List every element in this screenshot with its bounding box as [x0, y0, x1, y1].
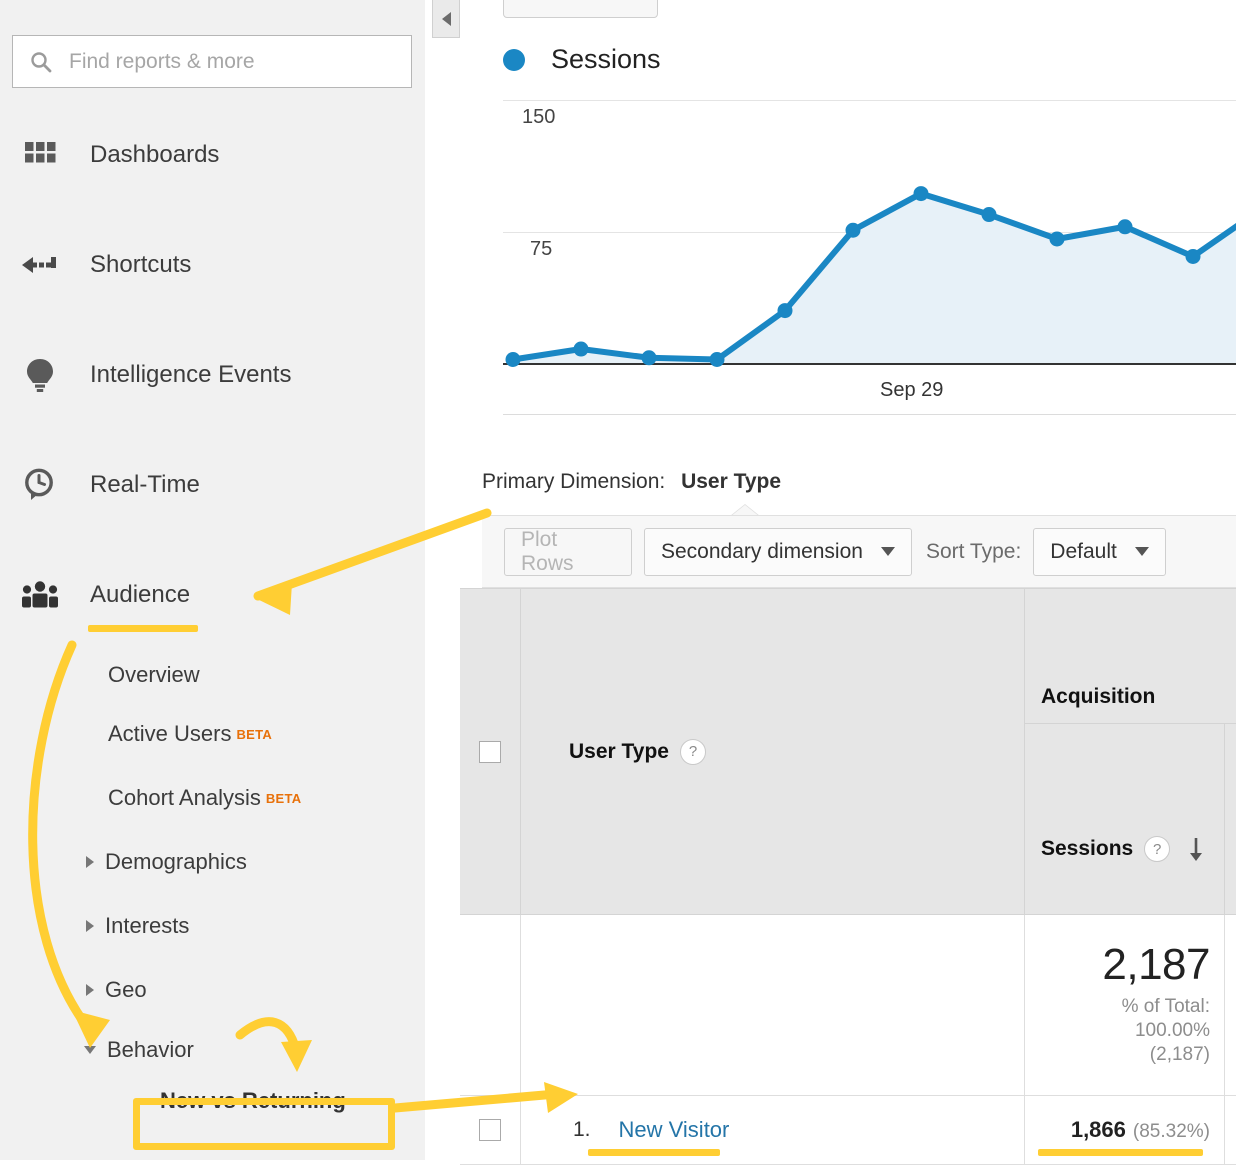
dimension-header-cell[interactable]: User Type ?	[521, 589, 1025, 914]
metric-subheaders: Sessions ?	[1025, 724, 1236, 914]
sidebar: Dashboards Shortcuts	[0, 0, 425, 1160]
sidebar-item-cohort-analysis[interactable]: Cohort Analysis BETA	[108, 766, 425, 830]
chevron-down-icon	[1134, 547, 1149, 556]
sidebar-item-audience[interactable]: Audience	[0, 570, 425, 620]
x-axis-tick-label: Sep 29	[880, 379, 944, 401]
clock-icon	[18, 467, 62, 503]
chevron-right-icon[interactable]	[86, 984, 94, 996]
sort-descending-arrow-icon[interactable]	[1186, 836, 1206, 862]
sessions-header-label: Sessions	[1041, 837, 1134, 860]
metric-headers: Acquisition Sessions ?	[1025, 589, 1236, 914]
legend-color-dot	[503, 48, 525, 71]
sidebar-item-label: Real-Time	[90, 471, 200, 498]
lightbulb-icon	[18, 357, 62, 393]
search-input[interactable]	[67, 48, 411, 75]
sidebar-item-label: Dashboards	[90, 141, 220, 168]
secondary-dimension-label: Secondary dimension	[661, 539, 863, 563]
beta-badge: BETA	[265, 790, 302, 806]
sessions-header-cell[interactable]: Sessions ?	[1025, 724, 1225, 914]
total-dimension-cell	[521, 915, 1025, 1095]
sidebar-item-real-time[interactable]: Real-Time	[0, 460, 425, 510]
sidebar-item-label: Interests	[105, 913, 190, 938]
row-sessions-pct: (85.32%)	[1132, 1121, 1210, 1142]
sidebar-item-label: Cohort Analysis	[108, 785, 261, 810]
select-all-cell[interactable]	[460, 589, 521, 914]
table-total-row: 2,187 % of Total: 100.00% (2,187)	[460, 915, 1236, 1096]
sidebar-item-active-users[interactable]: Active Users BETA	[108, 702, 425, 766]
sidebar-item-intelligence-events[interactable]: Intelligence Events	[0, 350, 425, 400]
annotation-underline-sessions-value	[1038, 1149, 1203, 1156]
total-pct-label: % of Total:	[1121, 996, 1210, 1018]
sessions-line-chart: 150 75 Sep 29	[470, 95, 1236, 420]
annotation-underline-new-visitor	[588, 1149, 720, 1156]
chart-plot-area	[505, 186, 1236, 368]
total-sessions-cell: 2,187 % of Total: 100.00% (2,187)	[1025, 915, 1225, 1095]
search-icon	[29, 50, 53, 74]
sidebar-item-demographics[interactable]: Demographics	[86, 830, 425, 894]
primary-dimension-value[interactable]: User Type	[681, 470, 781, 493]
annotation-box-new-vs-returning	[133, 1098, 395, 1150]
total-sessions-value: 2,187	[1102, 940, 1210, 990]
primary-dimension: Primary Dimension: User Type	[482, 470, 781, 494]
sidebar-item-label: Geo	[105, 977, 147, 1002]
total-next-metric-cell	[1225, 915, 1236, 1095]
sidebar-item-label: Intelligence Events	[90, 361, 292, 388]
table-header: User Type ? Acquisition Sessions ?	[460, 588, 1236, 915]
sidebar-item-label: Demographics	[105, 849, 247, 874]
annotation-underline-audience	[88, 625, 198, 632]
help-icon[interactable]: ?	[680, 738, 706, 765]
acquisition-group-label: Acquisition	[1041, 685, 1156, 708]
sidebar-item-geo[interactable]: Geo	[86, 958, 425, 1022]
sidebar-collapse-button[interactable]	[432, 0, 460, 38]
plot-rows-button[interactable]: Plot Rows	[504, 527, 632, 576]
chart-toolbar-button[interactable]	[503, 0, 658, 18]
next-metric-header-cell[interactable]	[1225, 724, 1236, 914]
sort-type-dropdown[interactable]: Default	[1033, 527, 1166, 576]
sidebar-item-label: Shortcuts	[90, 251, 192, 278]
row-check-cell[interactable]	[460, 1096, 521, 1164]
sort-type-value: Default	[1050, 539, 1117, 563]
row-next-metric-cell	[1225, 1096, 1236, 1164]
dimension-header-label: User Type	[569, 739, 669, 763]
row-rank: 1.	[573, 1118, 591, 1141]
chart-legend: Sessions	[503, 44, 661, 75]
sidebar-item-dashboards[interactable]: Dashboards	[0, 130, 425, 180]
primary-nav: Dashboards Shortcuts Intelligence Events…	[0, 130, 425, 1124]
report-table: User Type ? Acquisition Sessions ? 2,187…	[460, 588, 1236, 1165]
chevron-right-icon[interactable]	[86, 920, 94, 932]
total-check-cell	[460, 915, 521, 1095]
row-dimension-link[interactable]: New Visitor	[619, 1117, 730, 1143]
sidebar-item-label: Overview	[108, 662, 200, 687]
search-box[interactable]	[12, 35, 412, 88]
help-icon[interactable]: ?	[1144, 836, 1171, 862]
legend-label: Sessions	[551, 44, 661, 74]
sidebar-item-label: Audience	[90, 581, 191, 608]
sidebar-item-behavior[interactable]: Behavior	[84, 1022, 425, 1078]
sidebar-item-label: Active Users	[108, 721, 232, 746]
total-pct-value: 100.00%	[1134, 1020, 1210, 1042]
sort-type-label: Sort Type:	[925, 539, 1022, 563]
beta-badge: BETA	[236, 726, 273, 742]
plot-rows-label: Plot Rows	[521, 527, 574, 575]
chevron-down-icon[interactable]	[84, 1046, 96, 1054]
sidebar-item-shortcuts[interactable]: Shortcuts	[0, 240, 425, 290]
sidebar-item-label: Behavior	[107, 1037, 194, 1062]
dashboards-grid-icon	[18, 138, 62, 172]
sidebar-item-overview[interactable]: Overview	[108, 648, 425, 702]
row-checkbox[interactable]	[479, 1119, 501, 1141]
collapse-left-triangle-icon	[441, 11, 451, 26]
chart-bottom-border	[503, 414, 1236, 415]
chevron-down-icon	[880, 547, 895, 556]
shortcuts-arrow-icon	[18, 253, 62, 277]
sidebar-item-interests[interactable]: Interests	[86, 894, 425, 958]
primary-dimension-label: Primary Dimension:	[482, 470, 666, 493]
total-pct-total: (2,187)	[1149, 1043, 1210, 1065]
table-controls-bar: Plot Rows Secondary dimension Sort Type:…	[482, 515, 1236, 588]
chevron-right-icon[interactable]	[86, 856, 94, 868]
row-sessions-value: 1,866	[1070, 1117, 1126, 1142]
metric-group-header: Acquisition	[1025, 589, 1236, 724]
select-all-checkbox[interactable]	[479, 740, 501, 763]
secondary-dimension-dropdown[interactable]: Secondary dimension	[644, 527, 912, 576]
people-group-icon	[18, 580, 62, 610]
